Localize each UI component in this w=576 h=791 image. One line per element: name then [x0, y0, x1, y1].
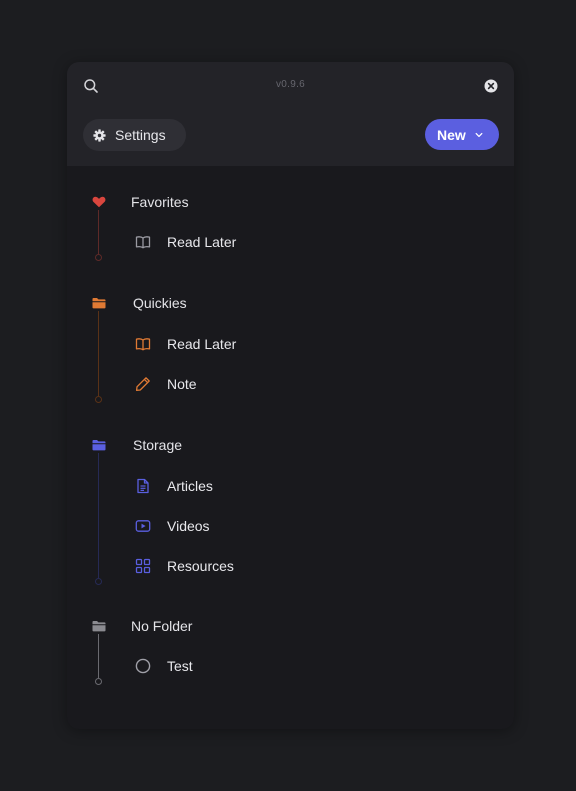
list-item[interactable]: Articles	[135, 476, 213, 496]
timeline-end-dot	[95, 578, 102, 585]
folder-timeline	[98, 453, 99, 578]
folder-icon	[92, 620, 106, 632]
close-circle-icon[interactable]	[484, 79, 498, 93]
timeline-end-dot	[95, 396, 102, 403]
folder-timeline	[98, 311, 99, 396]
heart-icon	[92, 196, 106, 208]
folder-icon	[92, 439, 106, 451]
list-item[interactable]: Read Later	[135, 334, 236, 354]
circle-icon	[135, 658, 151, 674]
grid-icon	[135, 558, 151, 574]
timeline-end-dot	[95, 678, 102, 685]
chevron-down-icon	[475, 131, 483, 139]
list-item[interactable]: Resources	[135, 556, 234, 576]
item-label: Videos	[167, 518, 210, 534]
item-label: Resources	[167, 558, 234, 574]
list-item[interactable]: Videos	[135, 516, 210, 536]
item-label: Articles	[167, 478, 213, 494]
document-icon	[135, 478, 151, 494]
folder-title[interactable]: No Folder	[131, 618, 192, 634]
item-label: Test	[167, 658, 193, 674]
timeline-end-dot	[95, 254, 102, 261]
new-button[interactable]: New	[425, 119, 499, 150]
list-item[interactable]: Test	[135, 656, 193, 676]
book-open-icon	[135, 234, 151, 250]
settings-button[interactable]: Settings	[83, 119, 186, 151]
folder-title[interactable]: Quickies	[133, 295, 187, 311]
list-item[interactable]: Note	[135, 374, 197, 394]
item-label: Read Later	[167, 234, 237, 250]
folder-icon	[92, 297, 106, 309]
panel-header: v0.9.6 Settings New	[67, 62, 514, 166]
gear-icon	[93, 128, 106, 142]
item-label: Note	[167, 376, 197, 392]
book-open-icon	[135, 336, 151, 352]
folder-timeline	[98, 210, 99, 254]
pencil-icon	[135, 376, 151, 392]
item-label: Read Later	[167, 336, 237, 352]
folder-timeline	[98, 634, 99, 678]
new-label: New	[437, 126, 466, 143]
list-item[interactable]: Read Later	[135, 232, 236, 252]
settings-label: Settings	[115, 127, 166, 143]
folder-title[interactable]: Favorites	[131, 194, 189, 210]
bookmarks-panel: v0.9.6 Settings New Favorites Read Later…	[67, 62, 514, 729]
folder-title[interactable]: Storage	[133, 437, 182, 453]
play-icon	[135, 518, 151, 534]
version-label: v0.9.6	[275, 79, 306, 90]
